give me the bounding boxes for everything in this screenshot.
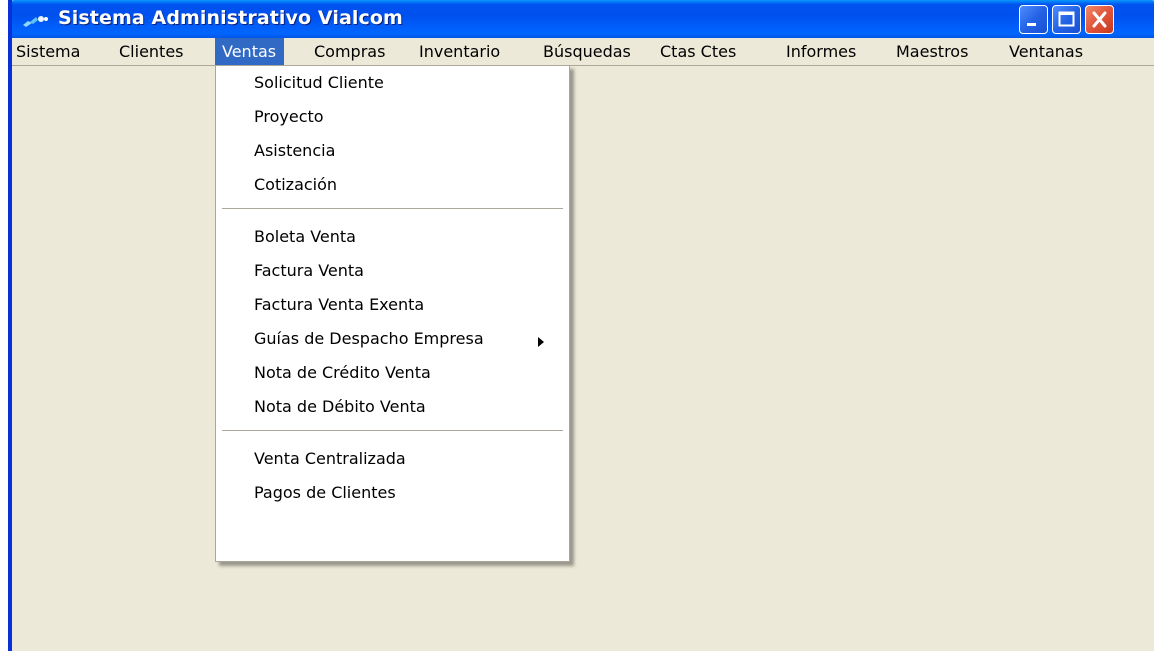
menu-ctas-ctes[interactable]: Ctas Ctes (660, 38, 736, 65)
ventas-dropdown-menu: Solicitud Cliente Proyecto Asistencia Co… (215, 65, 570, 562)
close-button[interactable] (1085, 5, 1114, 34)
menu-item-nota-credito-venta[interactable]: Nota de Crédito Venta (254, 358, 431, 388)
menu-inventario[interactable]: Inventario (419, 38, 500, 65)
app-icon[interactable] (22, 11, 50, 29)
window-title: Sistema Administrativo Vialcom (58, 7, 403, 29)
menu-maestros[interactable]: Maestros (896, 38, 968, 65)
menu-clientes[interactable]: Clientes (119, 38, 184, 65)
title-bar[interactable]: Sistema Administrativo Vialcom (12, 0, 1154, 38)
menu-informes[interactable]: Informes (786, 38, 856, 65)
menu-item-cotizacion[interactable]: Cotización (254, 170, 337, 200)
menu-sistema[interactable]: Sistema (16, 38, 80, 65)
menu-item-solicitud-cliente[interactable]: Solicitud Cliente (254, 68, 384, 98)
maximize-button[interactable] (1052, 5, 1081, 34)
menu-bar: Sistema Clientes Ventas Compras Inventar… (12, 38, 1154, 66)
app-window: Sistema Administrativo Vialcom Sistema C… (8, 0, 1154, 651)
menu-item-nota-debito-venta[interactable]: Nota de Débito Venta (254, 392, 426, 422)
menu-item-factura-venta[interactable]: Factura Venta (254, 256, 364, 286)
menu-ventas[interactable]: Ventas (215, 38, 285, 65)
menu-item-boleta-venta[interactable]: Boleta Venta (254, 222, 356, 252)
menu-item-factura-venta-exenta[interactable]: Factura Venta Exenta (254, 290, 424, 320)
menu-item-venta-centralizada[interactable]: Venta Centralizada (254, 444, 406, 474)
menu-ventanas[interactable]: Ventanas (1009, 38, 1083, 65)
mdi-client-area (12, 66, 1154, 651)
menu-separator (222, 430, 563, 431)
menu-separator (222, 208, 563, 209)
menu-item-asistencia[interactable]: Asistencia (254, 136, 335, 166)
menu-item-guias-despacho-empresa[interactable]: Guías de Despacho Empresa (254, 324, 484, 354)
menu-compras[interactable]: Compras (314, 38, 385, 65)
submenu-arrow-icon (536, 333, 546, 347)
minimize-button[interactable] (1019, 5, 1048, 34)
menu-item-proyecto[interactable]: Proyecto (254, 102, 324, 132)
menu-item-pagos-de-clientes[interactable]: Pagos de Clientes (254, 478, 396, 508)
menu-busquedas[interactable]: Búsquedas (543, 38, 631, 65)
